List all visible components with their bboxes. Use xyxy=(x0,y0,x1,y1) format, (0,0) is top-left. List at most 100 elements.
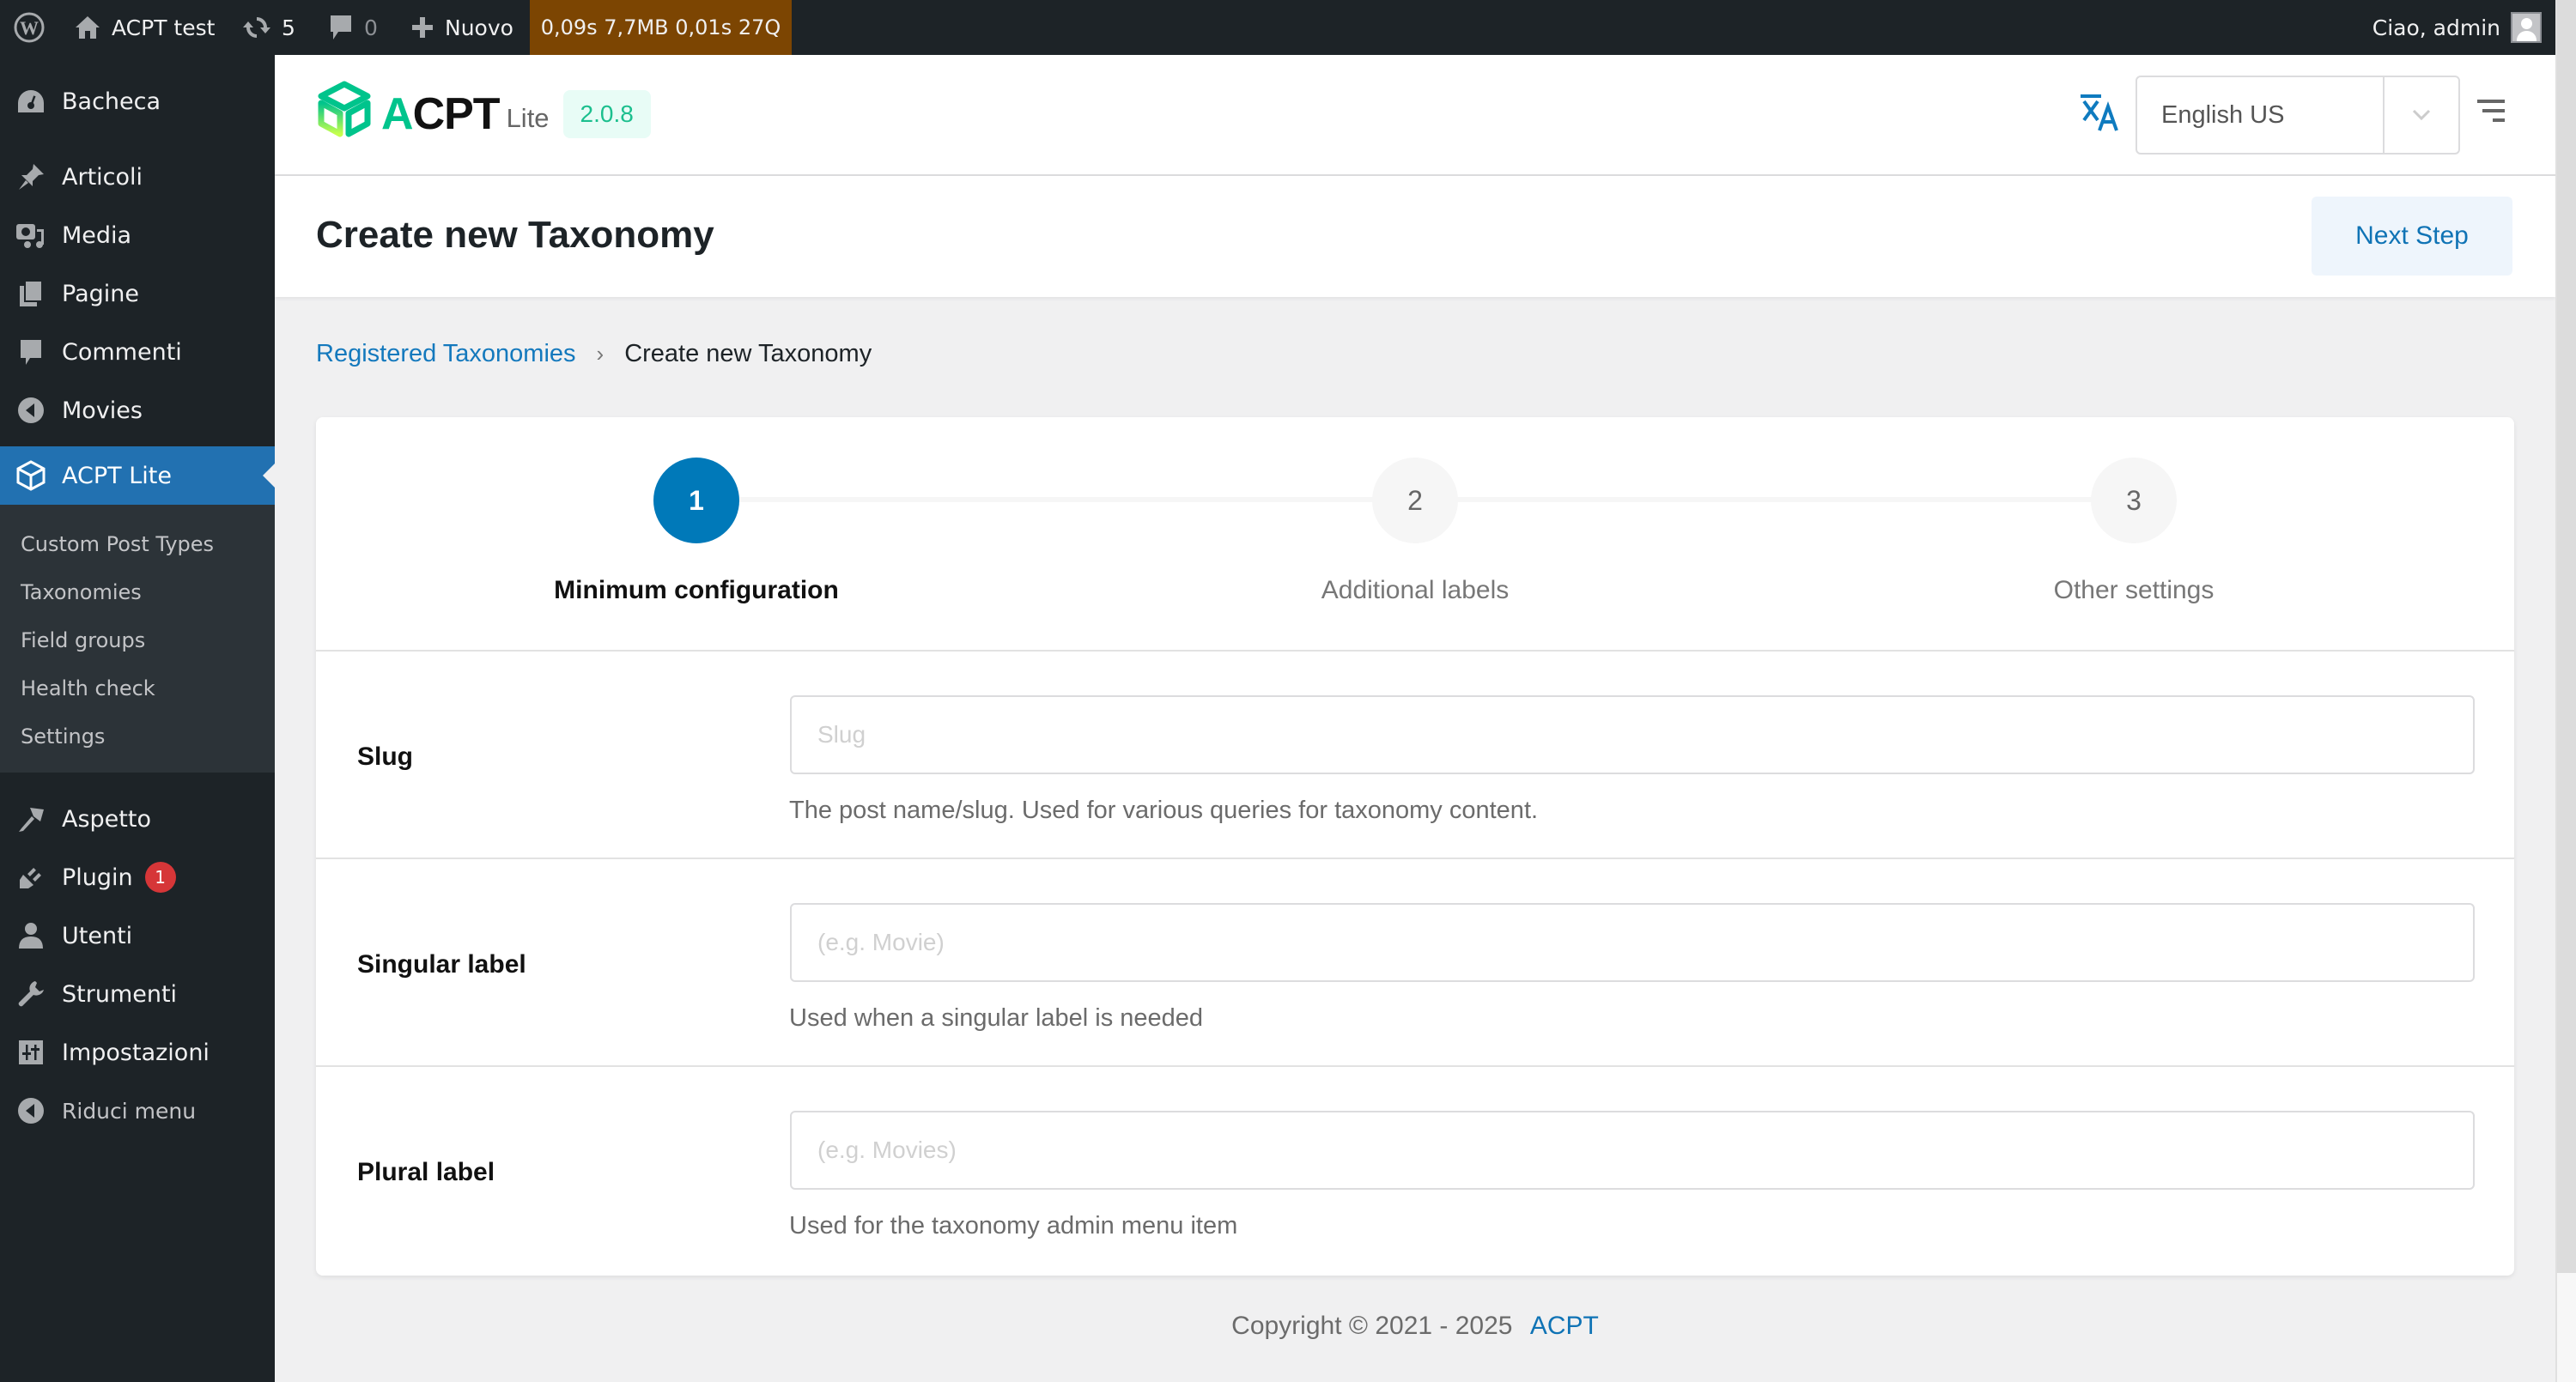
language-select[interactable]: English US xyxy=(2136,76,2460,155)
breadcrumb-current: Create new Taxonomy xyxy=(624,340,872,367)
version-badge: 2.0.8 xyxy=(562,89,651,138)
settings-icon xyxy=(14,1035,48,1070)
step-label: Minimum configuration xyxy=(554,576,839,604)
field-label: Singular label xyxy=(357,950,526,979)
chevron-down-icon[interactable] xyxy=(2385,77,2458,153)
sidebar-label: Bacheca xyxy=(62,88,161,115)
wrench-icon xyxy=(14,977,48,1011)
sidebar-label: Media xyxy=(62,221,132,249)
field-hint: Used when a singular label is needed xyxy=(789,1004,1204,1032)
dashboard-icon xyxy=(14,84,48,118)
translate-icon xyxy=(2081,93,2118,131)
sidebar-item-movies[interactable]: Movies xyxy=(0,381,275,439)
page-scrollbar[interactable] xyxy=(2555,0,2576,1382)
sidebar-label: Aspetto xyxy=(62,805,151,833)
admin-sidebar: Bacheca Articoli Media Pagine Commenti M… xyxy=(0,55,275,1382)
acpt-logo[interactable]: ACPT Lite 2.0.8 xyxy=(316,81,651,147)
step-circle: 2 xyxy=(1372,458,1458,543)
submenu-health-check[interactable]: Health check xyxy=(21,676,155,700)
query-monitor-stats[interactable]: 0,09s 7,7MB 0,01s 27Q xyxy=(530,0,792,55)
collapse-icon xyxy=(14,1094,48,1128)
field-row-plural-label: Plural label Used for the taxonomy admin… xyxy=(316,1067,2514,1275)
field-label: Slug xyxy=(357,743,413,771)
step-label: Other settings xyxy=(2053,576,2215,604)
plural-label-input[interactable] xyxy=(790,1111,2475,1190)
submenu-field-groups[interactable]: Field groups xyxy=(21,628,145,652)
sidebar-item-pagine[interactable]: Pagine xyxy=(0,264,275,323)
pin-icon xyxy=(14,160,48,194)
field-hint: Used for the taxonomy admin menu item xyxy=(789,1212,1238,1240)
brush-icon xyxy=(14,802,48,836)
submenu-custom-post-types[interactable]: Custom Post Types xyxy=(21,532,214,556)
stepper: 1 Minimum configuration 2 Additional lab… xyxy=(316,417,2514,652)
collapse-menu-button[interactable]: Riduci menu xyxy=(0,1082,275,1140)
step-circle: 3 xyxy=(2091,458,2177,543)
media-icon xyxy=(14,218,48,252)
sidebar-label: Utenti xyxy=(62,922,133,949)
admin-bar: W ACPT test 5 0 Nuovo 0,09s 7,7MB 0,01s … xyxy=(0,0,2555,55)
footer: Copyright © 2021 - 2025 ACPT xyxy=(275,1312,2555,1341)
sidebar-label: Commenti xyxy=(62,338,182,366)
slug-input[interactable] xyxy=(790,695,2475,774)
step-circle: 1 xyxy=(653,458,739,543)
logo-lite: Lite xyxy=(506,102,550,133)
sidebar-label: ACPT Lite xyxy=(62,462,172,489)
updates-link[interactable]: 5 xyxy=(242,0,295,55)
greeting: Ciao, admin xyxy=(2372,15,2500,40)
step-1[interactable]: 1 Minimum configuration xyxy=(525,458,868,605)
sidebar-label: Impostazioni xyxy=(62,1039,210,1066)
scrollbar-thumb[interactable] xyxy=(2557,0,2576,1273)
site-name: ACPT test xyxy=(112,15,216,40)
users-icon xyxy=(14,918,48,953)
my-account-link[interactable]: Ciao, admin xyxy=(2372,0,2542,55)
comments-link[interactable]: 0 xyxy=(328,0,378,55)
pages-icon xyxy=(14,276,48,311)
sidebar-label: Strumenti xyxy=(62,980,178,1008)
logo-wordmark: ACPT xyxy=(381,88,501,139)
chevron-right-icon: › xyxy=(596,341,605,367)
sidebar-item-media[interactable]: Media xyxy=(0,206,275,264)
plus-icon xyxy=(410,15,434,39)
singular-label-input[interactable] xyxy=(790,903,2475,982)
sidebar-label: Articoli xyxy=(62,163,143,191)
sidebar-item-aspetto[interactable]: Aspetto xyxy=(0,790,275,848)
step-label: Additional labels xyxy=(1321,576,1510,604)
updates-icon xyxy=(242,13,271,42)
site-name-link[interactable]: ACPT test xyxy=(74,0,215,55)
sidebar-item-impostazioni[interactable]: Impostazioni xyxy=(0,1023,275,1082)
acpt-header: ACPT Lite 2.0.8 English US xyxy=(275,55,2555,176)
sidebar-item-plugin[interactable]: Plugin 1 xyxy=(0,848,275,906)
language-value: English US xyxy=(2161,100,2285,129)
updates-count: 5 xyxy=(282,15,295,40)
sidebar-label: Movies xyxy=(62,397,143,424)
step-2[interactable]: 2 Additional labels xyxy=(1243,458,1587,605)
page-title: Create new Taxonomy xyxy=(316,214,714,256)
sidebar-item-acpt-lite[interactable]: ACPT Lite xyxy=(0,446,275,505)
submenu-taxonomies[interactable]: Taxonomies xyxy=(21,580,142,604)
sidebar-item-articoli[interactable]: Articoli xyxy=(0,148,275,206)
taxonomy-form-card: 1 Minimum configuration 2 Additional lab… xyxy=(316,417,2514,1276)
copyright-text: Copyright © 2021 - 2025 xyxy=(1231,1312,1513,1340)
sidebar-item-strumenti[interactable]: Strumenti xyxy=(0,965,275,1023)
menu-icon[interactable] xyxy=(2477,100,2505,124)
sidebar-item-bacheca[interactable]: Bacheca xyxy=(0,72,275,130)
page-title-bar: Create new Taxonomy Next Step xyxy=(275,176,2555,297)
acpt-footer-link[interactable]: ACPT xyxy=(1530,1312,1599,1340)
field-row-singular-label: Singular label Used when a singular labe… xyxy=(316,859,2514,1067)
step-3[interactable]: 3 Other settings xyxy=(1962,458,2306,605)
submenu-settings[interactable]: Settings xyxy=(21,724,105,749)
sidebar-label: Plugin xyxy=(62,864,133,891)
field-row-slug: Slug The post name/slug. Used for variou… xyxy=(316,652,2514,859)
new-content-link[interactable]: Nuovo xyxy=(410,0,513,55)
movies-icon xyxy=(14,393,48,427)
acpt-cube-icon xyxy=(14,458,48,493)
breadcrumb: Registered Taxonomies › Create new Taxon… xyxy=(316,340,872,368)
avatar xyxy=(2511,12,2542,43)
next-step-button[interactable]: Next Step xyxy=(2312,197,2512,276)
breadcrumb-registered-taxonomies[interactable]: Registered Taxonomies xyxy=(316,340,576,368)
svg-text:W: W xyxy=(20,17,39,39)
wordpress-logo-button[interactable]: W xyxy=(14,0,45,55)
sidebar-item-commenti[interactable]: Commenti xyxy=(0,323,275,381)
sidebar-item-utenti[interactable]: Utenti xyxy=(0,906,275,965)
wordpress-icon: W xyxy=(14,12,45,43)
